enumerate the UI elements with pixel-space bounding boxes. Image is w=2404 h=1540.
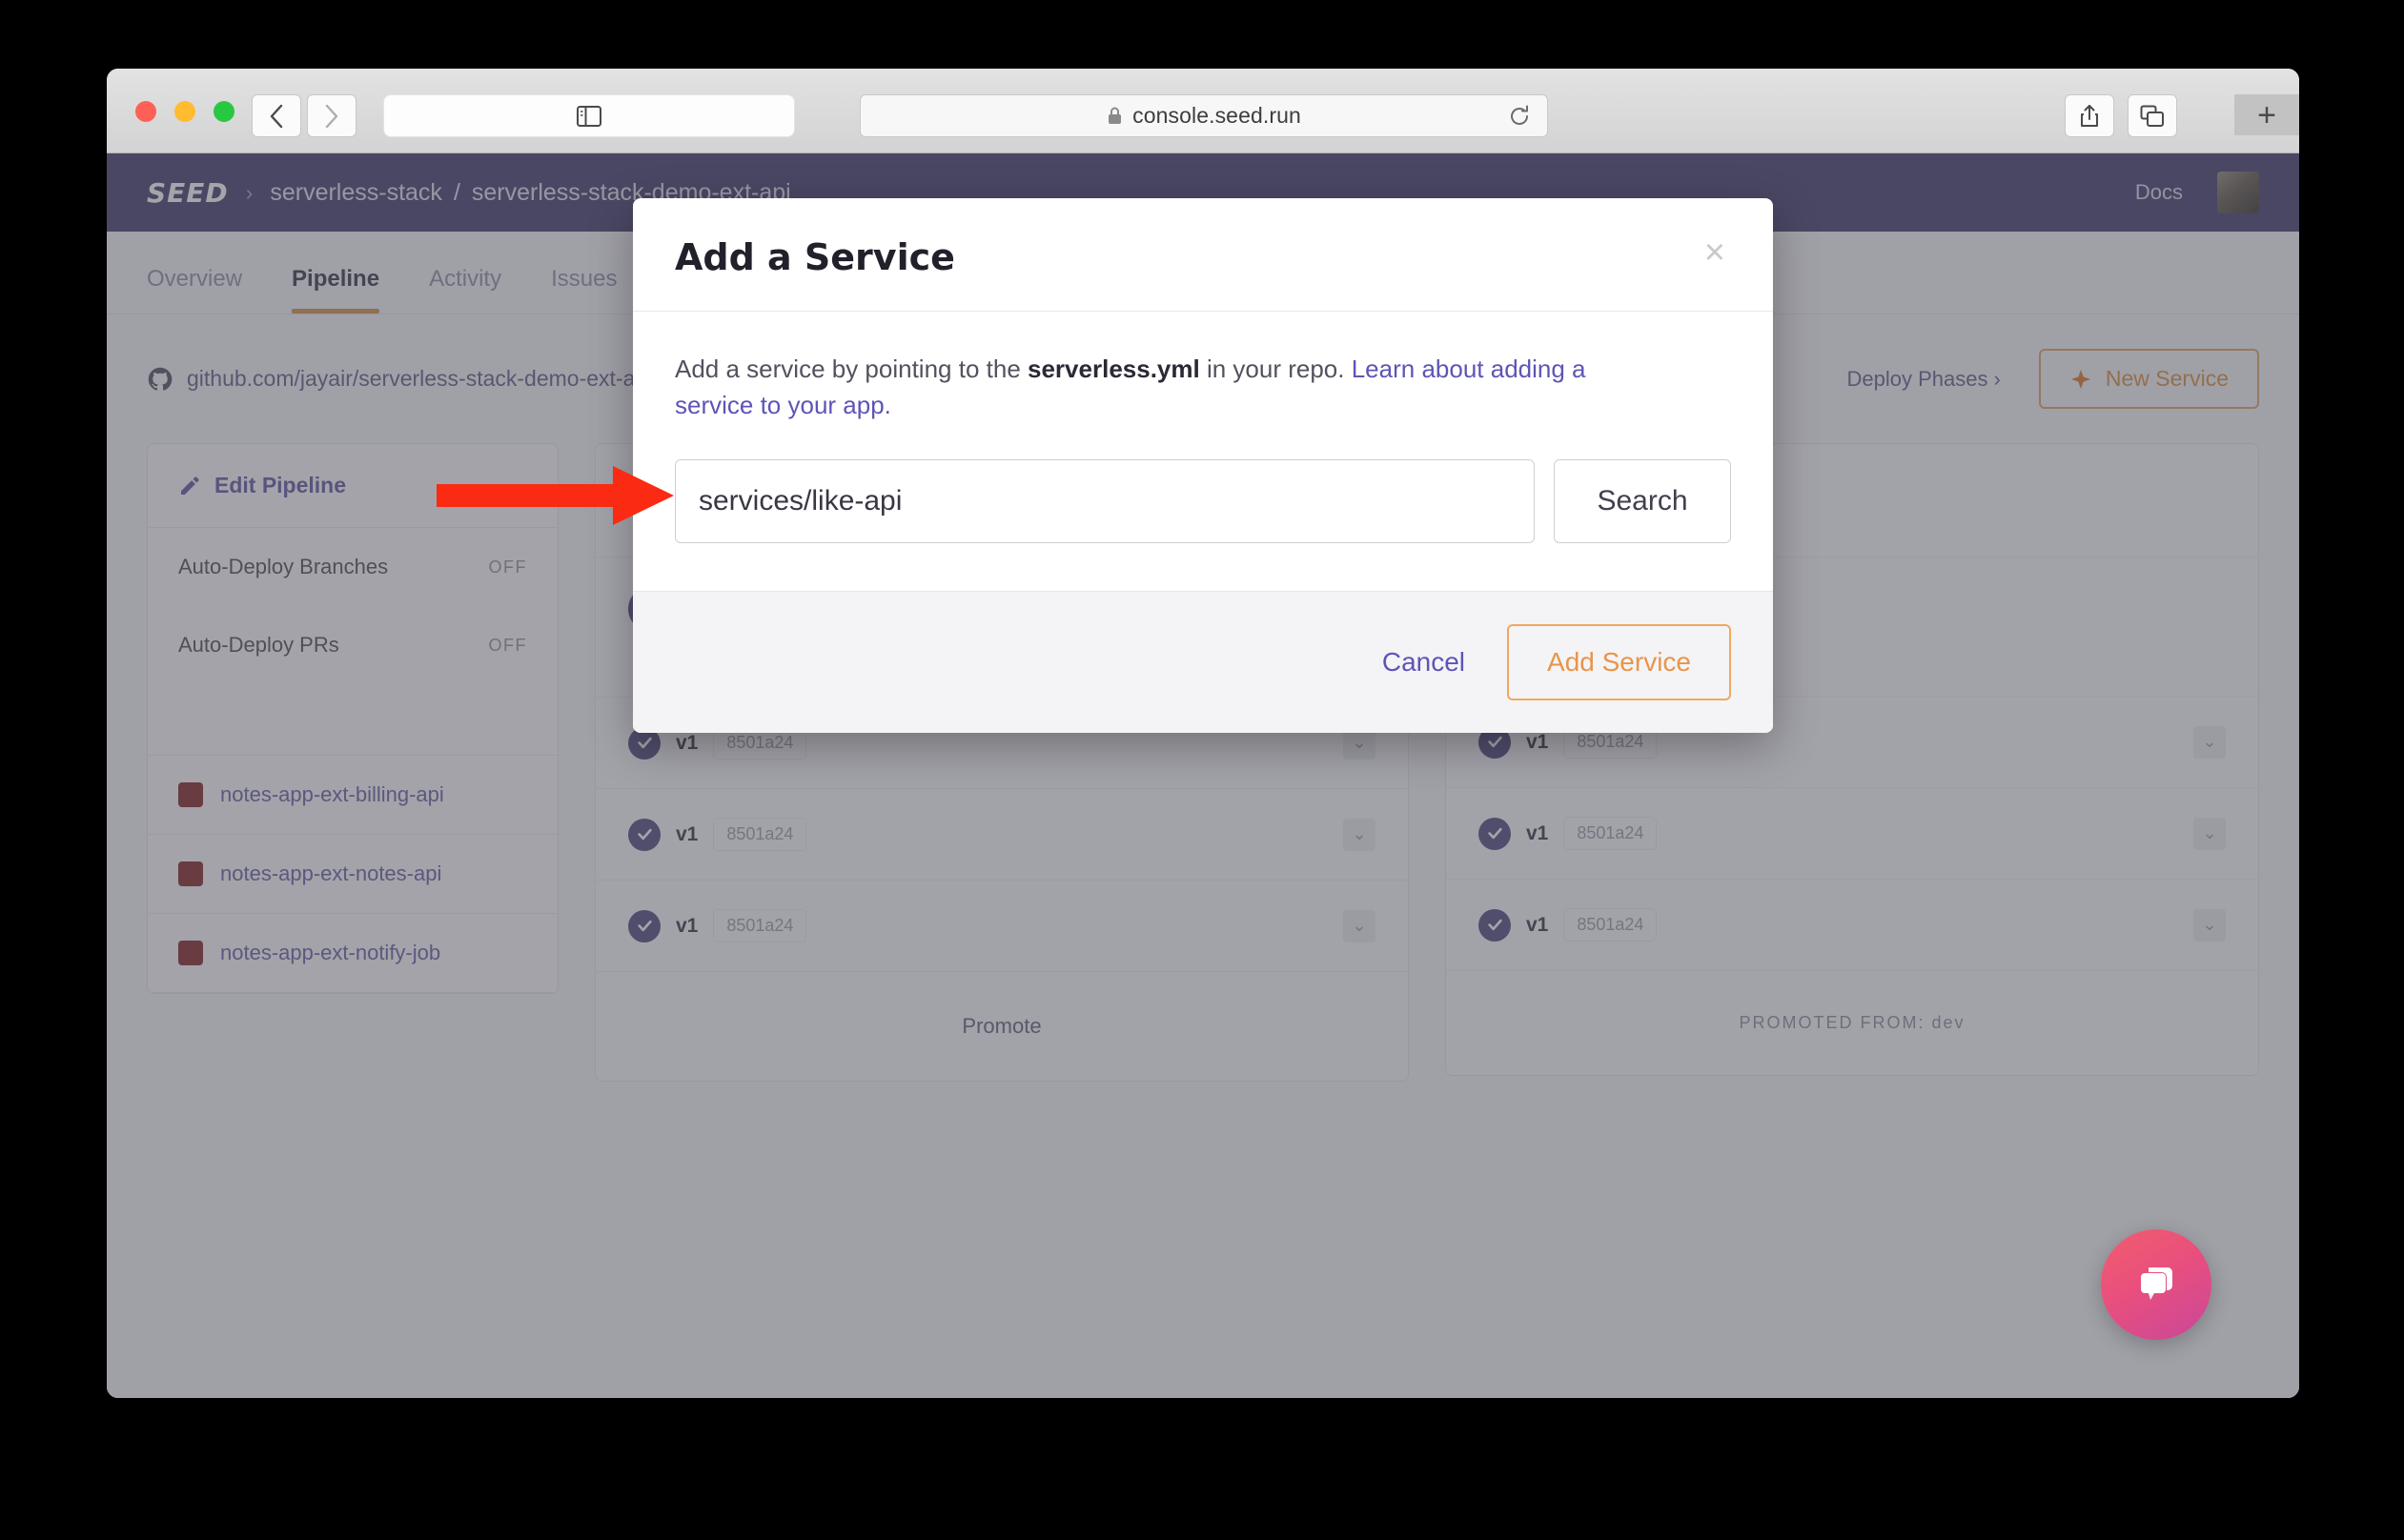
annotation-arrow — [437, 466, 674, 525]
reload-button[interactable] — [1507, 104, 1532, 133]
desc-filename: serverless.yml — [1028, 355, 1200, 383]
reload-icon — [1511, 105, 1528, 125]
chevron-right-icon — [325, 104, 338, 128]
show-tabs-button[interactable] — [2128, 94, 2177, 137]
address-bar-url: console.seed.run — [1132, 103, 1301, 128]
share-icon — [2081, 104, 2098, 127]
search-button[interactable]: Search — [1554, 459, 1731, 544]
screenshot-root: console.seed.run + Add a Service × Add a… — [0, 0, 2404, 1540]
desc-mid: in your repo. — [1199, 355, 1352, 383]
desc-prefix: Add a service by pointing to the — [675, 355, 1029, 383]
modal-body: Add a service by pointing to the serverl… — [633, 312, 1773, 591]
page-title: Add a Service — [675, 236, 955, 278]
back-button[interactable] — [252, 94, 301, 137]
maximize-window-button[interactable] — [214, 101, 234, 122]
tab-overview-icon — [2140, 105, 2164, 127]
close-icon[interactable]: × — [1699, 234, 1731, 271]
forward-button[interactable] — [307, 94, 357, 137]
chat-widget-button[interactable] — [2101, 1229, 2211, 1340]
service-search-row: Search — [675, 459, 1731, 544]
window-traffic-lights — [135, 101, 234, 122]
cancel-button[interactable]: Cancel — [1373, 634, 1475, 691]
modal-description: Add a service by pointing to the serverl… — [675, 352, 1657, 423]
new-tab-button[interactable]: + — [2234, 94, 2299, 135]
browser-right-buttons — [2065, 94, 2177, 137]
modal-header: Add a Service × — [633, 198, 1773, 312]
chevron-left-icon — [270, 104, 283, 128]
minimize-window-button[interactable] — [174, 101, 195, 122]
sidebar-toggle-icon — [577, 105, 601, 127]
service-path-input[interactable] — [675, 459, 1535, 544]
add-service-button[interactable]: Add Service — [1507, 624, 1731, 701]
lock-icon — [1107, 106, 1123, 126]
close-window-button[interactable] — [135, 101, 156, 122]
modal-footer: Cancel Add Service — [633, 591, 1773, 734]
browser-nav-buttons — [252, 94, 795, 137]
sidebar-toggle-button[interactable] — [383, 94, 795, 137]
share-button[interactable] — [2065, 94, 2114, 137]
chat-bubble-icon — [2141, 1267, 2172, 1300]
address-bar[interactable]: console.seed.run — [860, 94, 1548, 137]
add-service-modal: Add a Service × Add a service by pointin… — [633, 198, 1773, 734]
browser-titlebar: console.seed.run + — [107, 69, 2299, 153]
